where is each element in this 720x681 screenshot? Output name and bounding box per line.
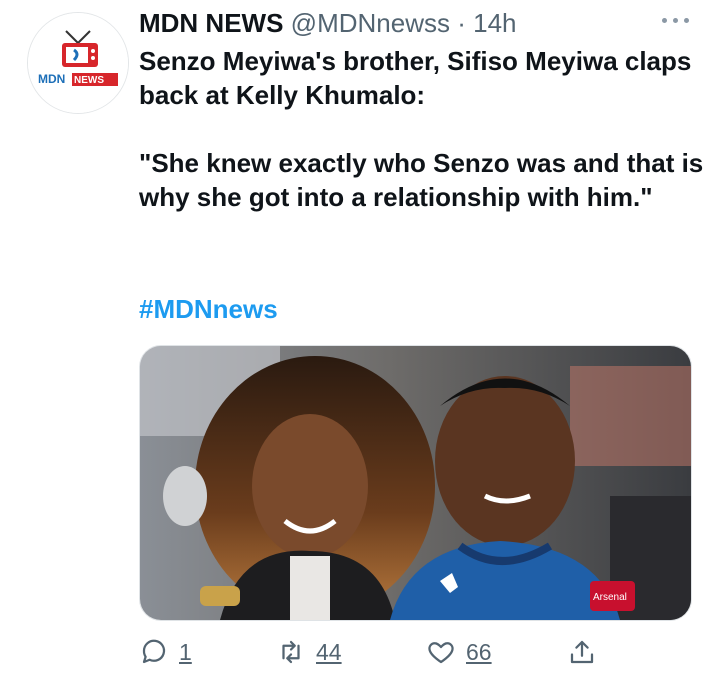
heart-icon [428,642,454,664]
hashtag-link[interactable]: #MDNnews [139,292,278,326]
reply-bubble-icon [142,639,166,664]
author-handle[interactable]: @MDNnewss [291,8,450,38]
author-name[interactable]: MDN NEWS [139,8,283,38]
tweet-header: MDN NEWS @MDNnewss · 14h [139,6,517,40]
tweet-card[interactable]: MDN NEWS MDN NEWS @MDNnewss · 14h Senzo … [0,0,720,681]
share-upload-icon [570,640,594,664]
jersey-text: Arsenal [593,592,627,603]
more-options-button[interactable] [658,10,694,30]
mdn-news-logo: MDN NEWS [28,13,128,113]
like-count: 66 [466,638,492,665]
share-button[interactable] [567,632,597,672]
timestamp[interactable]: 14h [473,8,516,38]
like-button[interactable]: 66 [426,632,492,672]
svg-text:NEWS: NEWS [74,75,104,86]
tweet-photo[interactable]: Arsenal [139,345,692,621]
more-dots-icon [684,18,689,23]
more-dots-icon [673,18,678,23]
separator: · [457,8,466,38]
retweet-button[interactable]: 44 [276,632,342,672]
tweet-quote: "She knew exactly who Senzo was and that… [139,148,704,212]
retweet-arrows-icon [282,640,300,664]
tweet-actions: 1 44 66 [139,632,699,672]
retweet-count: 44 [316,638,342,665]
reply-count: 1 [179,638,192,665]
more-dots-icon [662,18,667,23]
svg-text:MDN: MDN [38,72,65,86]
reply-button[interactable]: 1 [139,632,192,672]
photo-couple-in-car: Arsenal [140,346,691,620]
avatar[interactable]: MDN NEWS [27,12,129,114]
tweet-text: Senzo Meyiwa's brother, Sifiso Meyiwa cl… [139,44,709,214]
tweet-headline: Senzo Meyiwa's brother, Sifiso Meyiwa cl… [139,46,692,110]
